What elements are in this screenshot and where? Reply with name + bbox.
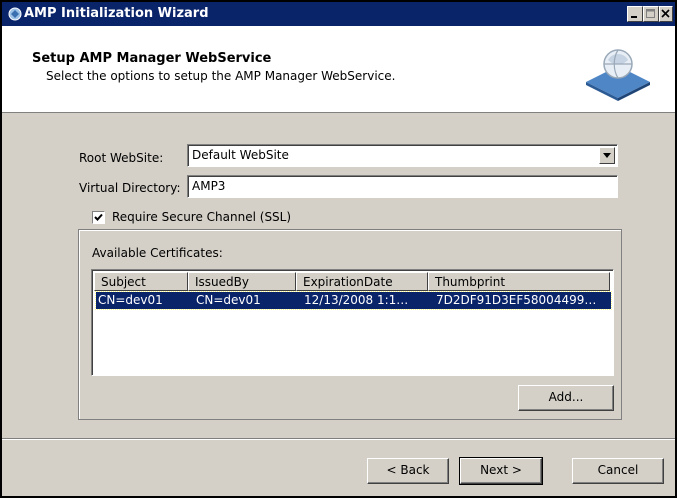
root-website-label: Root WebSite: [79,151,164,165]
available-certificates-label: Available Certificates: [92,246,223,260]
root-website-value: Default WebSite [192,148,289,162]
back-button[interactable]: < Back [367,458,449,484]
ssl-checkbox-container[interactable]: Require Secure Channel (SSL) [90,209,291,227]
maximize-button[interactable] [643,6,659,22]
footer-divider [2,438,675,440]
title-bar[interactable]: AMP Initialization Wizard [2,2,675,26]
column-issuedby[interactable]: IssuedBy [188,272,296,291]
checkmark-icon [94,213,103,221]
page-subtitle: Select the options to setup the AMP Mana… [46,69,396,83]
cell-thumbprint: 7D2DF91D3EF58004499… [436,293,597,307]
wizard-window: AMP Initialization Wizard Setup AMP Mana… [0,0,677,498]
wizard-app-icon [8,7,22,21]
webservice-globe-icon [586,49,650,101]
ssl-checkbox[interactable] [92,211,105,224]
certificates-list[interactable]: Subject IssuedBy ExpirationDate Thumbpri… [91,269,614,376]
cell-subject: CN=dev01 [98,293,163,307]
root-website-select[interactable]: Default WebSite [187,144,618,167]
next-button[interactable]: Next > [459,457,543,485]
chevron-down-icon [603,153,611,158]
virtual-directory-label: Virtual Directory: [79,181,181,195]
cell-issuedby: CN=dev01 [196,293,261,307]
add-certificate-button[interactable]: Add... [518,385,614,411]
minimize-icon [631,16,637,18]
close-icon [661,9,670,18]
cell-expirationdate: 12/13/2008 1:1… [304,293,409,307]
virtual-directory-value: AMP3 [192,179,226,193]
minimize-button[interactable] [627,6,643,22]
dropdown-button[interactable] [599,147,615,164]
ssl-label: Require Secure Channel (SSL) [112,210,292,224]
cancel-button[interactable]: Cancel [572,458,664,484]
column-subject[interactable]: Subject [94,272,188,291]
maximize-icon [646,9,655,18]
table-row[interactable]: CN=dev01 CN=dev01 12/13/2008 1:1… 7D2DF9… [95,291,612,310]
wizard-header: Setup AMP Manager WebService Select the … [2,26,675,113]
column-thumbprint[interactable]: Thumbprint [428,272,610,291]
page-title: Setup AMP Manager WebService [32,51,272,66]
virtual-directory-input[interactable]: AMP3 [187,175,618,198]
window-title: AMP Initialization Wizard [24,6,209,21]
column-expirationdate[interactable]: ExpirationDate [296,272,428,291]
close-button[interactable] [659,6,673,22]
